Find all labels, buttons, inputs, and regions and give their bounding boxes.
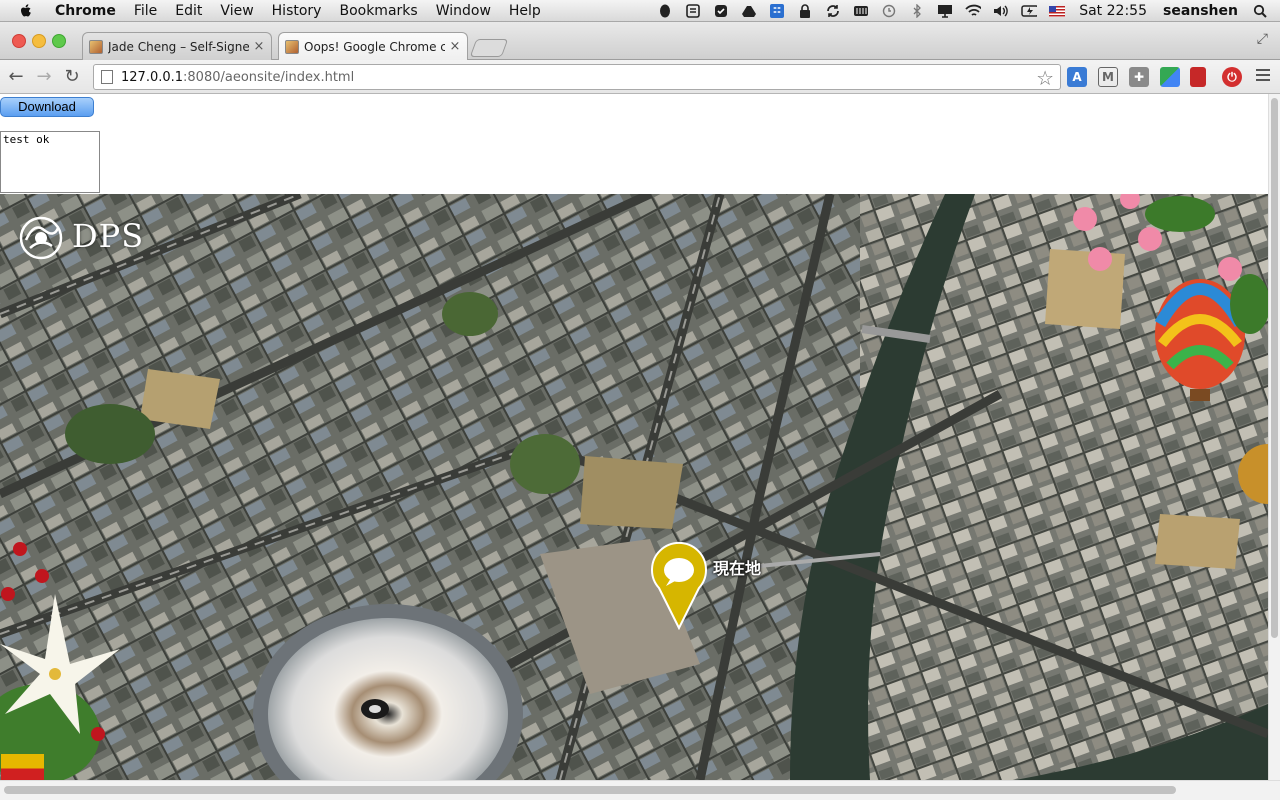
tab-oops-chrome[interactable]: Oops! Google Chrome cou × <box>278 32 468 60</box>
time-machine-icon[interactable] <box>881 4 897 18</box>
flag-badge[interactable] <box>1 754 44 780</box>
tab-jade-cheng[interactable]: Jade Cheng – Self-Signed A × <box>82 32 272 60</box>
vertical-scrollbar[interactable] <box>1268 94 1280 780</box>
spotlight-search-icon[interactable] <box>1252 4 1268 18</box>
logo-text: DPS <box>72 217 145 255</box>
download-button[interactable]: Download <box>0 97 94 117</box>
chrome-menu-icon[interactable] <box>1256 69 1270 84</box>
aerial-map[interactable]: DPS 現在地 <box>0 194 1268 780</box>
tab-strip: Jade Cheng – Self-Signed A × Oops! Googl… <box>0 22 1280 60</box>
adblock-icon[interactable]: ⏻ <box>1222 67 1242 87</box>
menu-app-chrome[interactable]: Chrome <box>46 0 125 22</box>
menu-user[interactable]: seanshen <box>1163 3 1238 19</box>
battery-icon[interactable] <box>1021 4 1038 18</box>
evernote-icon[interactable] <box>713 4 729 18</box>
google-drive-icon[interactable] <box>741 4 757 18</box>
output-textarea[interactable]: test ok <box>0 131 100 193</box>
dps-emblem-icon <box>19 216 63 260</box>
bookmark-star-icon[interactable]: ☆ <box>1036 66 1054 90</box>
window-zoom-button[interactable] <box>52 34 66 48</box>
status-tray: Sat 22:55 seanshen <box>651 0 1280 22</box>
tab-close-icon[interactable]: × <box>449 39 461 54</box>
google-extension-icon[interactable] <box>1160 67 1180 87</box>
vertical-scroll-thumb[interactable] <box>1271 98 1278 638</box>
fullscreen-icon[interactable]: ⤢ <box>1257 31 1268 47</box>
tab-close-icon[interactable]: × <box>253 39 265 54</box>
reload-icon[interactable]: ↻ <box>62 67 82 87</box>
tab-title: Jade Cheng – Self-Signed A <box>108 39 249 54</box>
page-icon <box>101 70 113 84</box>
menu-history[interactable]: History <box>263 0 331 22</box>
url-host: 127.0.0.1 <box>121 69 184 85</box>
current-location-pin-icon[interactable] <box>651 540 707 630</box>
gmail-checker-icon[interactable]: M <box>1098 67 1118 87</box>
menu-help[interactable]: Help <box>500 0 550 22</box>
apple-menu-icon[interactable] <box>18 3 34 19</box>
display-icon[interactable] <box>937 4 953 18</box>
page-content: Download test ok DPS 現在地 <box>0 94 1268 780</box>
menu-view[interactable]: View <box>211 0 262 22</box>
back-arrow-icon[interactable]: ← <box>6 67 26 87</box>
menu-edit[interactable]: Edit <box>166 0 211 22</box>
browser-toolbar: ← → ↻ 127.0.0.1:8080/aeonsite/index.html… <box>0 60 1280 94</box>
sync-icon[interactable] <box>825 4 841 18</box>
url-path: :8080/aeonsite/index.html <box>183 69 355 85</box>
dps-logo: DPS <box>14 212 144 260</box>
horizontal-scrollbar[interactable] <box>0 780 1280 800</box>
favicon-icon <box>89 39 103 54</box>
favicon-icon <box>285 39 299 54</box>
window-minimize-button[interactable] <box>32 34 46 48</box>
current-location-label: 現在地 <box>713 559 762 578</box>
translate-extension-icon[interactable]: A <box>1067 67 1087 87</box>
horizontal-scroll-thumb[interactable] <box>4 786 1176 794</box>
memory-meter-icon[interactable] <box>853 4 869 18</box>
input-source-flag-icon[interactable] <box>1049 4 1066 18</box>
wifi-icon[interactable] <box>965 4 982 18</box>
bluetooth-icon[interactable] <box>909 4 925 18</box>
bookmark-extension-icon[interactable] <box>1190 67 1206 87</box>
menu-bookmarks[interactable]: Bookmarks <box>330 0 426 22</box>
menu-file[interactable]: File <box>125 0 166 22</box>
shield-icon[interactable] <box>685 4 701 18</box>
forward-arrow-icon[interactable]: → <box>34 67 54 87</box>
window-close-button[interactable] <box>12 34 26 48</box>
new-tab-button[interactable] <box>469 39 509 57</box>
menu-window[interactable]: Window <box>427 0 500 22</box>
tab-title: Oops! Google Chrome cou <box>304 39 445 54</box>
lock-icon[interactable] <box>797 4 813 18</box>
volume-icon[interactable] <box>993 4 1009 18</box>
qq-penguin-icon[interactable] <box>657 4 673 18</box>
puzzle-extension-icon[interactable]: ✚ <box>1129 67 1149 87</box>
aerial-city-image <box>0 194 1268 780</box>
dropbox-icon[interactable] <box>769 4 785 18</box>
menu-clock[interactable]: Sat 22:55 <box>1079 3 1147 19</box>
address-bar[interactable]: 127.0.0.1:8080/aeonsite/index.html ☆ <box>93 64 1061 90</box>
menu-bar: Chrome File Edit View History Bookmarks … <box>0 0 1280 22</box>
